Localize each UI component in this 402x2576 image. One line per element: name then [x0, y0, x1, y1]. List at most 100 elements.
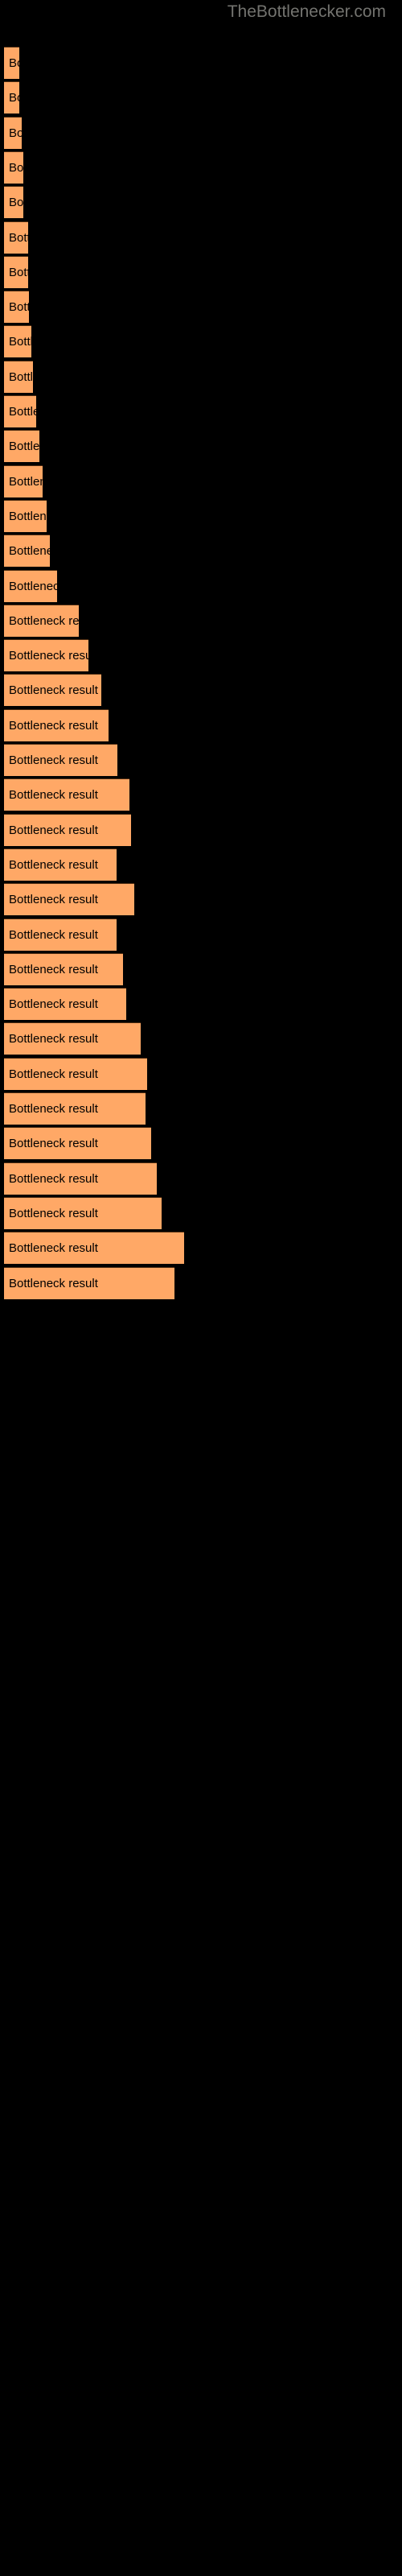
- bar[interactable]: Bottleneck result: [4, 47, 19, 79]
- bar-label: Bottleneck result: [9, 474, 43, 489]
- bar-label: Bottleneck result: [9, 230, 28, 245]
- bar-label: Bottleneck result: [9, 300, 29, 315]
- bar[interactable]: Bottleneck result: [4, 221, 28, 254]
- bar[interactable]: Bottleneck result: [4, 1057, 147, 1090]
- bar-row: Bottleneck result: [4, 116, 22, 149]
- bar-row: Bottleneck result: [4, 499, 47, 532]
- bar[interactable]: Bottleneck result: [4, 639, 88, 672]
- bar-row: Bottleneck result: [4, 291, 29, 324]
- bar-label: Bottleneck result: [9, 1171, 98, 1186]
- bar-row: Bottleneck result: [4, 918, 117, 951]
- bar-row: Bottleneck result: [4, 813, 131, 846]
- bar-row: Bottleneck result: [4, 883, 134, 916]
- bottleneck-bar-chart: TheBottlenecker.com Bottleneck resultBot…: [0, 0, 402, 2576]
- bar-row: Bottleneck result: [4, 848, 117, 881]
- bar-row: Bottleneck result: [4, 674, 101, 707]
- bar-row: Bottleneck result: [4, 1266, 174, 1299]
- bar[interactable]: Bottleneck result: [4, 430, 39, 463]
- bar-label: Bottleneck result: [9, 857, 98, 872]
- bar[interactable]: Bottleneck result: [4, 1162, 157, 1195]
- bar-row: Bottleneck result: [4, 1092, 146, 1125]
- bar-label: Bottleneck result: [9, 1137, 98, 1151]
- bar-row: Bottleneck result: [4, 464, 43, 497]
- bar[interactable]: Bottleneck result: [4, 1266, 174, 1299]
- bar[interactable]: Bottleneck result: [4, 360, 33, 393]
- bar-row: Bottleneck result: [4, 639, 88, 672]
- bar-row: Bottleneck result: [4, 186, 23, 219]
- bar-label: Bottleneck result: [9, 1102, 98, 1116]
- bar[interactable]: Bottleneck result: [4, 778, 129, 811]
- bar-label: Bottleneck result: [9, 509, 47, 523]
- bar-series: Bottleneck result Bottleneck result Bottle…: [0, 0, 402, 2576]
- bar[interactable]: Bottleneck result: [4, 116, 22, 149]
- bar[interactable]: Bottleneck result: [4, 1127, 151, 1160]
- bar-row: Bottleneck result: [4, 151, 23, 184]
- bar[interactable]: Bottleneck result: [4, 291, 29, 324]
- bar-label: Bottleneck result: [9, 1067, 98, 1081]
- bar[interactable]: Bottleneck result: [4, 674, 101, 707]
- bar-row: Bottleneck result: [4, 744, 117, 776]
- bar-label: Bottleneck result: [9, 1276, 98, 1290]
- bar-row: Bottleneck result: [4, 1162, 157, 1195]
- bar-row: Bottleneck result: [4, 81, 19, 114]
- bar-label: Bottleneck result: [9, 1241, 98, 1256]
- bar-row: Bottleneck result: [4, 1127, 151, 1160]
- bar-label: Bottleneck result: [9, 544, 50, 559]
- bar[interactable]: Bottleneck result: [4, 813, 131, 846]
- bar[interactable]: Bottleneck result: [4, 535, 50, 568]
- bar-label: Bottleneck result: [9, 335, 31, 349]
- bar-row: Bottleneck result: [4, 708, 109, 741]
- bar-label: Bottleneck result: [9, 718, 98, 733]
- bar-row: Bottleneck result: [4, 395, 36, 427]
- bar-label: Bottleneck result: [9, 962, 98, 976]
- bar[interactable]: Bottleneck result: [4, 499, 47, 532]
- bar[interactable]: Bottleneck result: [4, 883, 134, 916]
- bar-row: Bottleneck result: [4, 535, 50, 568]
- bar[interactable]: Bottleneck result: [4, 708, 109, 741]
- bar[interactable]: Bottleneck result: [4, 569, 57, 602]
- bar-label: Bottleneck result: [9, 405, 36, 419]
- bar[interactable]: Bottleneck result: [4, 1092, 146, 1125]
- bar-label: Bottleneck result: [9, 160, 23, 175]
- bar[interactable]: Bottleneck result: [4, 988, 126, 1021]
- bar-label: Bottleneck result: [9, 649, 88, 663]
- bar[interactable]: Bottleneck result: [4, 744, 117, 776]
- bar[interactable]: Bottleneck result: [4, 81, 19, 114]
- bar-row: Bottleneck result: [4, 1232, 184, 1265]
- bar-row: Bottleneck result: [4, 778, 129, 811]
- bar[interactable]: Bottleneck result: [4, 186, 23, 219]
- bar-label: Bottleneck result: [9, 196, 23, 210]
- bar-row: Bottleneck result: [4, 988, 126, 1021]
- bar-label: Bottleneck result: [9, 1032, 98, 1046]
- bar-row: Bottleneck result: [4, 1196, 162, 1229]
- bar-row: Bottleneck result: [4, 221, 28, 254]
- bar-row: Bottleneck result: [4, 430, 39, 463]
- bar-label: Bottleneck result: [9, 927, 98, 942]
- bar-label: Bottleneck result: [9, 91, 19, 105]
- bar[interactable]: Bottleneck result: [4, 952, 123, 985]
- bar-row: Bottleneck result: [4, 360, 33, 393]
- bar[interactable]: Bottleneck result: [4, 464, 43, 497]
- bar-label: Bottleneck result: [9, 997, 98, 1012]
- bar[interactable]: Bottleneck result: [4, 1196, 162, 1229]
- bar-label: Bottleneck result: [9, 788, 98, 803]
- bar[interactable]: Bottleneck result: [4, 848, 117, 881]
- bar[interactable]: Bottleneck result: [4, 1022, 141, 1055]
- bar[interactable]: Bottleneck result: [4, 325, 31, 358]
- bar[interactable]: Bottleneck result: [4, 151, 23, 184]
- bar-label: Bottleneck result: [9, 1206, 98, 1220]
- bar-row: Bottleneck result: [4, 255, 28, 288]
- bar-label: Bottleneck result: [9, 265, 28, 279]
- bar-label: Bottleneck result: [9, 893, 98, 907]
- bar-row: Bottleneck result: [4, 604, 79, 637]
- bar-label: Bottleneck result: [9, 440, 39, 454]
- bar-label: Bottleneck result: [9, 753, 98, 767]
- bar-row: Bottleneck result: [4, 569, 57, 602]
- bar-row: Bottleneck result: [4, 325, 31, 358]
- bar-row: Bottleneck result: [4, 1022, 141, 1055]
- bar[interactable]: Bottleneck result: [4, 395, 36, 427]
- bar[interactable]: Bottleneck result: [4, 604, 79, 637]
- bar[interactable]: Bottleneck result: [4, 1232, 184, 1265]
- bar[interactable]: Bottleneck result: [4, 918, 117, 951]
- bar[interactable]: Bottleneck result: [4, 255, 28, 288]
